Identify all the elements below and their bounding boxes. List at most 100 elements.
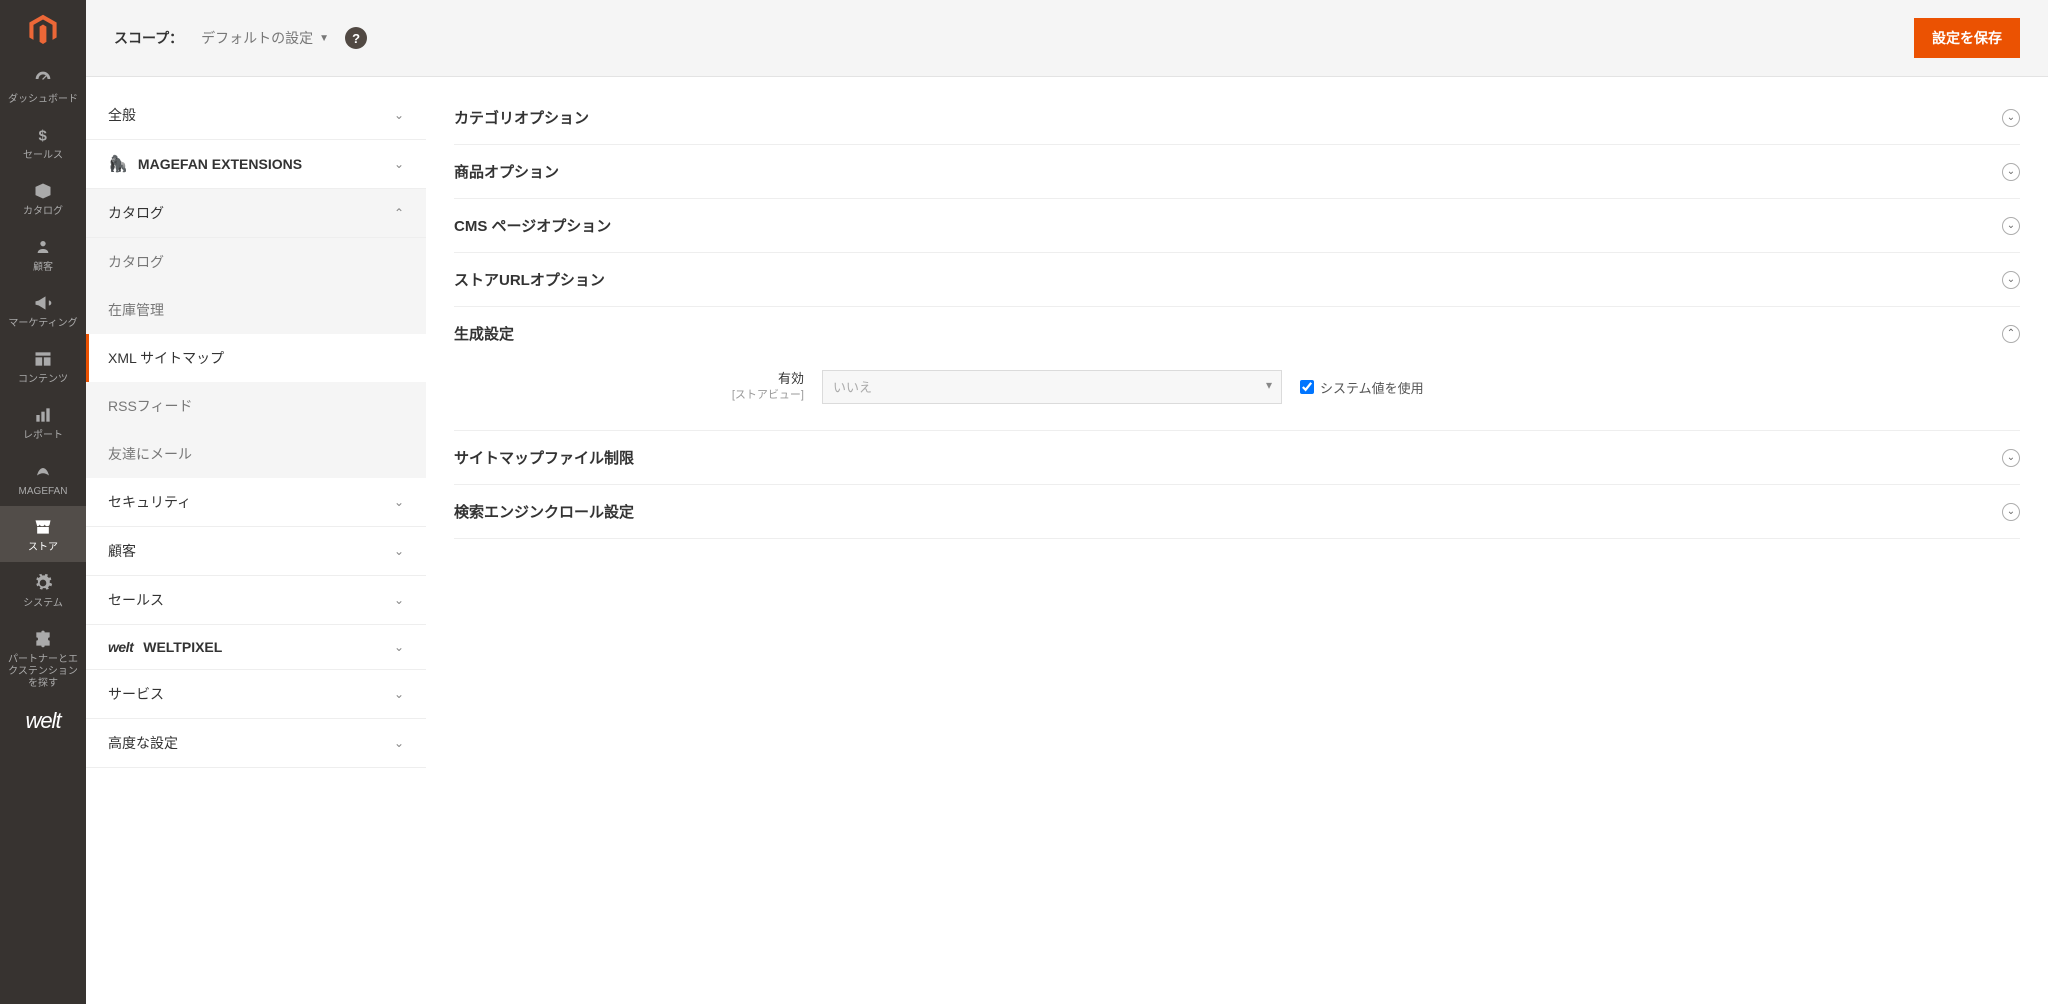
enabled-select[interactable]: いいえ xyxy=(822,370,1282,404)
field-label-text: 有効 xyxy=(778,371,804,386)
person-icon xyxy=(35,236,51,258)
nav-catalog[interactable]: カタログ xyxy=(0,170,86,226)
section-title: 生成設定 xyxy=(454,323,514,344)
scope-label: スコープ： xyxy=(114,28,183,48)
section-title: 商品オプション xyxy=(454,161,559,182)
config-tabs: 全般 ⌄ 🦍 MAGEFAN EXTENSIONS ⌄ カタログ ⌃ カタログ 在… xyxy=(86,77,426,1004)
nav-label: パートナーとエクステンションを探す xyxy=(4,654,82,690)
nav-label: レポート xyxy=(23,430,63,442)
tab-advanced[interactable]: 高度な設定 ⌄ xyxy=(86,719,426,768)
use-default-input[interactable] xyxy=(1300,380,1314,394)
expand-icon: ⌄ xyxy=(2002,217,2020,235)
use-default-checkbox[interactable]: システム値を使用 xyxy=(1300,378,1424,397)
section-generation[interactable]: 生成設定 ⌃ xyxy=(454,307,2020,360)
subtab-email-friend[interactable]: 友達にメール xyxy=(86,430,426,478)
tab-services[interactable]: サービス ⌄ xyxy=(86,670,426,719)
nav-label: コンテンツ xyxy=(18,374,68,386)
scope-selector[interactable]: デフォルトの設定 xyxy=(201,28,313,48)
nav-reports[interactable]: レポート xyxy=(0,394,86,450)
chevron-down-icon[interactable]: ▼ xyxy=(319,33,329,44)
tab-label: MAGEFAN EXTENSIONS xyxy=(138,156,302,172)
magefan-icon xyxy=(32,460,54,482)
tab-label: カタログ xyxy=(108,203,164,223)
nav-label: ダッシュボード xyxy=(8,94,78,106)
layout-icon xyxy=(33,348,53,370)
box-icon xyxy=(33,180,53,202)
chevron-down-icon: ⌄ xyxy=(394,640,404,654)
subtab-catalog[interactable]: カタログ xyxy=(86,238,426,286)
tab-customers[interactable]: 顧客 ⌄ xyxy=(86,527,426,576)
section-title: カテゴリオプション xyxy=(454,107,589,128)
expand-icon: ⌄ xyxy=(2002,449,2020,467)
tab-label: セキュリティ xyxy=(108,492,191,512)
field-scope: [ストアビュー] xyxy=(454,388,804,402)
section-category[interactable]: カテゴリオプション ⌄ xyxy=(454,91,2020,144)
dashboard-icon xyxy=(32,68,54,90)
nav-label: セールス xyxy=(23,150,63,162)
tab-label: 高度な設定 xyxy=(108,733,178,753)
nav-dashboard[interactable]: ダッシュボード xyxy=(0,58,86,114)
welt-icon: welt xyxy=(108,639,133,655)
settings-panel: カテゴリオプション ⌄ 商品オプション ⌄ CMS ページオプション ⌄ ストアURL… xyxy=(426,77,2048,1004)
help-icon[interactable]: ? xyxy=(345,27,367,49)
nav-system[interactable]: システム xyxy=(0,562,86,618)
store-icon xyxy=(32,516,54,538)
nav-label: システム xyxy=(23,598,63,610)
magento-logo[interactable] xyxy=(23,10,63,50)
tab-security[interactable]: セキュリティ ⌄ xyxy=(86,478,426,527)
subtab-inventory[interactable]: 在庫管理 xyxy=(86,286,426,334)
megaphone-icon xyxy=(33,292,53,314)
tab-general[interactable]: 全般 ⌄ xyxy=(86,91,426,140)
chevron-down-icon: ⌄ xyxy=(394,108,404,122)
nav-stores[interactable]: ストア xyxy=(0,506,86,562)
tab-label: セールス xyxy=(108,590,164,610)
chevron-down-icon: ⌄ xyxy=(394,544,404,558)
expand-icon: ⌄ xyxy=(2002,109,2020,127)
chevron-down-icon: ⌄ xyxy=(394,687,404,701)
chevron-up-icon: ⌃ xyxy=(394,206,404,220)
use-default-label: システム値を使用 xyxy=(1320,378,1424,397)
svg-text:$: $ xyxy=(39,127,48,144)
section-title: サイトマップファイル制限 xyxy=(454,447,634,468)
subtab-rss[interactable]: RSSフィード xyxy=(86,382,426,430)
section-cms[interactable]: CMS ページオプション ⌄ xyxy=(454,199,2020,252)
expand-icon: ⌄ xyxy=(2002,163,2020,181)
nav-label: マーケティング xyxy=(8,318,77,330)
section-title: CMS ページオプション xyxy=(454,215,611,236)
chevron-down-icon: ⌄ xyxy=(394,495,404,509)
collapse-icon: ⌃ xyxy=(2002,325,2020,343)
nav-label: ストア xyxy=(28,542,58,554)
tab-magefan[interactable]: 🦍 MAGEFAN EXTENSIONS ⌄ xyxy=(86,140,426,189)
topbar: スコープ： デフォルトの設定 ▼ ? 設定を保存 xyxy=(86,0,2048,77)
section-search-engine[interactable]: 検索エンジンクロール設定⌄ xyxy=(454,485,2020,538)
expand-icon: ⌄ xyxy=(2002,503,2020,521)
nav-customers[interactable]: 顧客 xyxy=(0,226,86,282)
bars-icon xyxy=(33,404,53,426)
section-store-url[interactable]: ストアURLオプション⌄ xyxy=(454,253,2020,306)
chevron-down-icon: ⌄ xyxy=(394,593,404,607)
tab-weltpixel[interactable]: weltWELTPIXEL ⌄ xyxy=(86,625,426,670)
magefan-icon: 🦍 xyxy=(108,154,128,174)
section-title: ストアURLオプション xyxy=(454,269,605,290)
tab-label: 全般 xyxy=(108,105,136,125)
admin-sidebar: ダッシュボード $ セールス カタログ 顧客 マーケティング コンテンツ レポー… xyxy=(0,0,86,1004)
nav-label: カタログ xyxy=(23,206,63,218)
weltpixel-logo[interactable]: welt xyxy=(25,708,60,734)
nav-content[interactable]: コンテンツ xyxy=(0,338,86,394)
subtab-xml-sitemap[interactable]: XML サイトマップ xyxy=(86,334,426,382)
nav-sales[interactable]: $ セールス xyxy=(0,114,86,170)
section-file-limits[interactable]: サイトマップファイル制限 ⌄ xyxy=(454,431,2020,484)
nav-partners[interactable]: パートナーとエクステンションを探す xyxy=(0,618,86,698)
field-enabled: 有効 [ストアビュー] いいえ システム値を使用 xyxy=(454,370,2020,404)
nav-marketing[interactable]: マーケティング xyxy=(0,282,86,338)
tab-catalog[interactable]: カタログ ⌃ xyxy=(86,189,426,238)
tab-sales[interactable]: セールス ⌄ xyxy=(86,576,426,625)
gear-icon xyxy=(33,572,53,594)
save-button[interactable]: 設定を保存 xyxy=(1914,18,2020,58)
nav-magefan[interactable]: MAGEFAN xyxy=(0,450,86,506)
section-product[interactable]: 商品オプション ⌄ xyxy=(454,145,2020,198)
nav-label: MAGEFAN xyxy=(19,486,68,498)
tab-label: 顧客 xyxy=(108,541,136,561)
nav-label: 顧客 xyxy=(33,262,53,274)
chevron-down-icon: ⌄ xyxy=(394,157,404,171)
